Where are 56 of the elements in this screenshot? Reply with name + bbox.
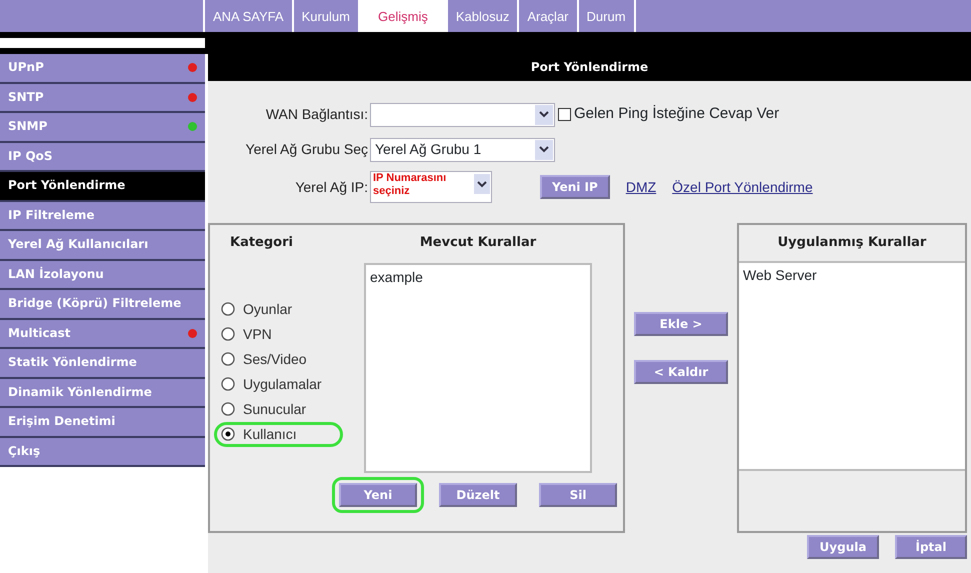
sidebar-item[interactable]: Çıkış [0,438,205,467]
page-header: Port Yönlendirme [208,54,971,81]
panel-title: Mevcut Kurallar [420,234,536,252]
radio-button-icon[interactable] [221,377,235,391]
action-button[interactable]: Düzelt [439,482,517,506]
sidebar-item[interactable]: Dinamik Yönlendirme [0,378,205,408]
new-ip-button[interactable]: Yeni IP [540,175,610,199]
radio-option[interactable]: VPN [214,322,343,346]
nav-tab[interactable]: ANA SAYFA [205,0,294,32]
footer-button[interactable]: İptal [895,535,967,559]
action-button[interactable]: Sil [539,482,617,506]
sidebar-item[interactable]: IP Filtreleme [0,202,205,231]
checkbox[interactable] [558,108,571,121]
rules-list[interactable]: example [364,262,592,472]
nav-tab[interactable]: Kablosuz [448,0,520,32]
sidebar-item[interactable]: SNTP [0,84,205,113]
nav-tab[interactable]: Gelişmiş [360,0,448,32]
field-label: WAN Bağlantısı: [264,105,369,124]
sidebar-item[interactable]: LAN İzolayonu [0,260,205,290]
sidebar-item[interactable]: Erişim Denetimi [0,408,205,438]
sidebar-item[interactable]: Multicast [0,320,205,349]
radio-button-icon[interactable] [221,302,235,316]
move-button[interactable]: < Kaldır [634,360,728,384]
list-item[interactable]: Web Server [743,264,961,286]
sidebar-item[interactable]: Statik Yönlendirme [0,349,205,378]
list-item[interactable]: example [370,266,586,288]
panel-title: Kategori [229,234,294,252]
panel-title: Uygulanmış Kurallar [776,234,928,252]
radio-option[interactable]: Uygulamalar [214,372,343,396]
radio-option[interactable]: Sunucular [214,396,343,422]
sidebar-item[interactable]: Yerel Ağ Kullanıcıları [0,231,205,260]
sidebar-item[interactable]: SNMP [0,113,205,142]
checkbox-label: Gelen Ping İsteğine Cevap Ver [574,104,780,124]
footer-button[interactable]: Uygula [807,535,879,559]
radio-button-icon[interactable] [221,352,235,366]
field-label: Yerel Ağ IP: [294,178,369,197]
sidebar-item[interactable]: Port Yönlendirme [0,172,205,202]
radio-option[interactable]: Ses/Video [214,346,343,372]
radio-button-icon[interactable] [221,427,235,441]
radio-button-icon[interactable] [221,327,235,341]
radio-button-icon[interactable] [221,402,235,416]
sidebar-item[interactable]: IP QoS [0,142,205,172]
action-button[interactable]: Yeni [339,482,417,506]
nav-tab[interactable]: Durum [578,0,636,32]
link[interactable]: Özel Port Yönlendirme [672,176,813,198]
rules-list[interactable]: Web Server [739,260,965,470]
link[interactable]: DMZ [626,176,656,198]
sidebar-item[interactable]: UPnP [0,54,205,84]
move-button[interactable]: Ekle > [634,312,728,336]
radio-option[interactable]: Oyunlar [214,296,343,322]
field-label: Yerel Ağ Grubu Seç [244,140,369,159]
group-select[interactable]: Yerel Ağ Grubu 1 [370,138,555,162]
radio-option[interactable]: Kullanıcı [214,422,343,446]
ip-select[interactable]: IP Numarasını seçiniz [370,171,492,203]
sidebar-item[interactable]: Bridge (Köprü) Filtreleme [0,290,205,320]
nav-tab[interactable]: Araçlar [519,0,579,32]
